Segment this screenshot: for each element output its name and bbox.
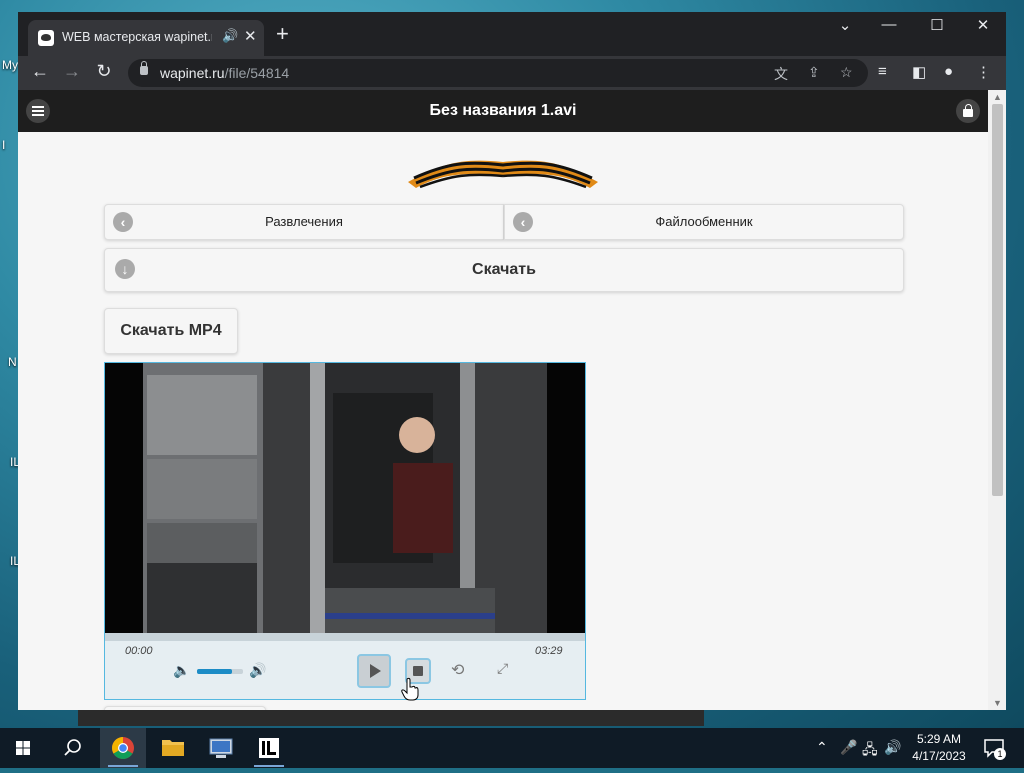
nav-fileshare-button[interactable]: ‹ Файлообменник <box>504 204 904 240</box>
url-text: wapinet.ru/file/54814 <box>160 65 290 81</box>
seek-bar[interactable] <box>105 633 585 641</box>
taskbar: ⌃ 🎤 🖧 🔊 5:29 AM 4/17/2023 1 <box>0 728 1024 768</box>
browser-window: WEB мастерская wapinet.ru 🔊 ✕ + ⌄ — ☐ ✕ … <box>18 12 1006 710</box>
bookmark-star-icon[interactable]: ☆ <box>840 64 853 81</box>
desktop-icon-label[interactable]: My <box>2 58 18 72</box>
maximize-button[interactable]: ☐ <box>922 16 952 34</box>
repeat-icon[interactable]: ⟲ <box>451 660 464 680</box>
nav-entertainment-button[interactable]: ‹ Развлечения <box>104 204 504 240</box>
chrome-icon <box>108 737 138 767</box>
close-window-button[interactable]: ✕ <box>968 16 998 34</box>
clock-date: 4/17/2023 <box>912 749 966 763</box>
new-tab-button[interactable]: + <box>276 23 289 45</box>
notification-count-badge: 1 <box>994 748 1006 760</box>
page-title: Без названия 1.avi <box>429 102 577 119</box>
lock-icon[interactable] <box>140 61 148 75</box>
download-mp4-button[interactable]: Скачать MP4 <box>104 308 238 354</box>
desktop-icon-label[interactable]: N <box>8 355 17 369</box>
scroll-up-icon[interactable]: ▲ <box>993 92 1002 102</box>
tab-search-chevron-icon[interactable]: ⌄ <box>830 16 860 34</box>
scroll-down-icon[interactable]: ▼ <box>993 698 1002 708</box>
close-tab-icon[interactable]: ✕ <box>244 27 257 45</box>
notification-center-button[interactable]: 1 <box>982 736 1006 760</box>
desktop-icon-label[interactable]: I <box>2 138 5 152</box>
total-time: 03:29 <box>535 645 563 657</box>
start-button[interactable] <box>0 728 46 768</box>
browser-toolbar: ← → ↻ wapinet.ru/file/54814 文 ⇪ ☆ ≡ ◧ ● … <box>18 56 1006 90</box>
browser-tab[interactable]: WEB мастерская wapinet.ru 🔊 ✕ <box>28 20 264 56</box>
tab-title: WEB мастерская wapinet.ru <box>62 30 212 44</box>
windows-logo-icon <box>16 741 30 755</box>
fullscreen-icon[interactable]: ⤢ <box>497 660 508 677</box>
video-frame-image <box>105 363 585 633</box>
microphone-icon[interactable]: 🎤 <box>840 739 857 756</box>
media-control-icon[interactable]: ≡ <box>878 63 887 80</box>
site-favicon-icon <box>38 30 54 46</box>
taskbar-file-explorer[interactable] <box>150 728 196 768</box>
nav-right-label: Файлообменник <box>655 214 753 229</box>
clock[interactable]: 5:29 AM 4/17/2023 <box>904 731 974 765</box>
next-button-partial[interactable] <box>104 706 266 710</box>
forward-button[interactable]: → <box>60 61 84 82</box>
reload-button[interactable]: ↻ <box>92 61 116 82</box>
back-button[interactable]: ← <box>28 61 52 82</box>
download-button[interactable]: ↓ Скачать <box>104 248 904 292</box>
play-button[interactable] <box>357 654 391 688</box>
download-mp4-label: Скачать MP4 <box>120 322 222 339</box>
hand-cursor-icon <box>401 677 419 701</box>
app-logo-icon <box>254 738 284 767</box>
search-button[interactable] <box>50 728 96 768</box>
background-window-edge <box>78 708 704 726</box>
player-controls: 00:00 03:29 🔈 🔊 ⟲ ⤢ <box>105 633 585 701</box>
translate-icon[interactable]: 文 <box>774 64 788 84</box>
address-bar[interactable]: wapinet.ru/file/54814 文 ⇪ ☆ <box>128 59 868 87</box>
padlock-icon <box>963 104 973 117</box>
network-icon[interactable]: 🖧 <box>862 739 878 763</box>
minimize-button[interactable]: — <box>874 16 904 33</box>
volume-max-icon[interactable]: 🔊 <box>249 662 266 679</box>
taskbar-chrome[interactable] <box>100 728 146 768</box>
st-george-ribbon-image <box>408 160 598 189</box>
volume-icon[interactable]: 🔊 <box>884 739 901 756</box>
play-icon <box>370 664 381 678</box>
page-scrollbar[interactable]: ▲ ▼ <box>988 90 1006 710</box>
nav-left-label: Развлечения <box>265 214 343 229</box>
taskbar-network-app[interactable] <box>198 728 244 768</box>
search-icon <box>64 739 81 756</box>
scrollbar-thumb[interactable] <box>992 104 1003 496</box>
side-panel-icon[interactable]: ◧ <box>912 63 926 81</box>
site-header: Без названия 1.avi <box>18 90 988 132</box>
video-player[interactable]: 00:00 03:29 🔈 🔊 ⟲ ⤢ <box>104 362 586 701</box>
clock-time: 5:29 AM <box>916 732 962 746</box>
download-label: Скачать <box>472 261 536 278</box>
login-button[interactable] <box>956 99 980 123</box>
folder-icon <box>162 740 184 756</box>
computer-network-icon <box>209 738 233 758</box>
share-icon[interactable]: ⇪ <box>808 64 820 81</box>
current-time: 00:00 <box>125 645 153 657</box>
profile-icon[interactable]: ● <box>944 63 953 80</box>
speaker-icon[interactable]: 🔊 <box>222 28 238 44</box>
tray-overflow-chevron-icon[interactable]: ⌃ <box>816 739 828 756</box>
volume-slider[interactable] <box>197 669 243 674</box>
menu-kebab-icon[interactable]: ⋮ <box>976 63 991 81</box>
page-viewport: Без названия 1.avi ‹ Развлечения ‹ Файло… <box>18 90 988 710</box>
taskbar-app[interactable] <box>246 728 292 768</box>
mute-icon[interactable]: 🔈 <box>173 662 190 679</box>
tab-strip: WEB мастерская wapinet.ru 🔊 ✕ + ⌄ — ☐ ✕ <box>18 12 1006 56</box>
